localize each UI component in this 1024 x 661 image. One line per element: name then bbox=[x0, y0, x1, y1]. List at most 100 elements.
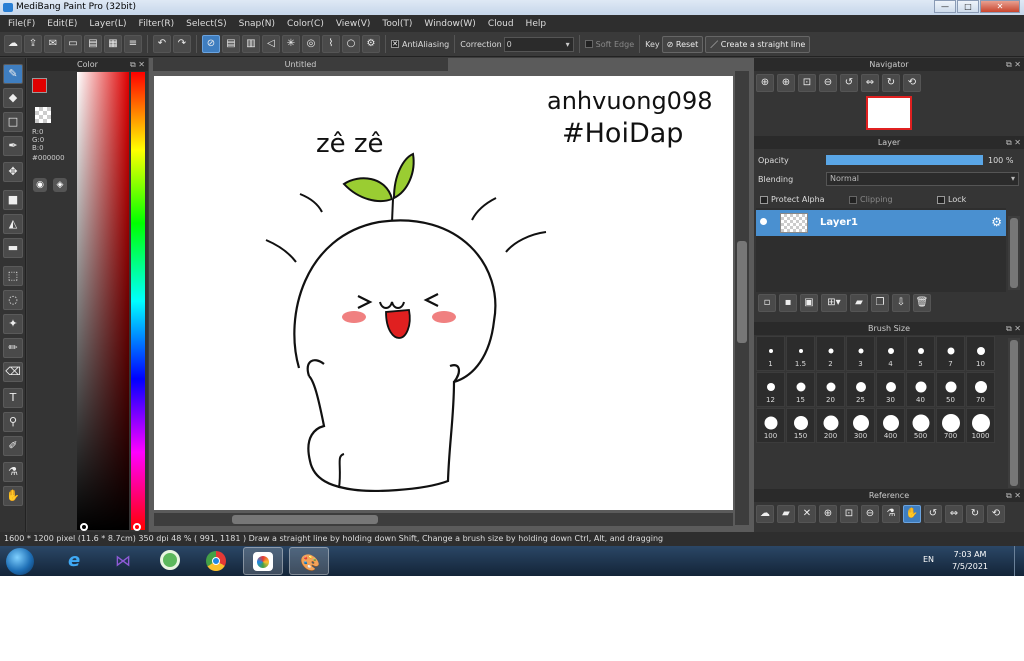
antialiasing-toggle[interactable]: ✕ AntiAliasing bbox=[391, 40, 449, 49]
new-halftone-layer-icon[interactable]: ▪ bbox=[779, 294, 797, 312]
panel-buttons[interactable]: ⧉ ✕ bbox=[130, 58, 145, 71]
hand-icon[interactable]: ✋ bbox=[903, 505, 921, 523]
layer-scroll-thumb[interactable] bbox=[1010, 218, 1018, 288]
flip-icon[interactable]: ⇔ bbox=[861, 74, 879, 92]
snap-settings-icon[interactable]: ⚙ bbox=[362, 35, 380, 53]
palette-icon[interactable]: ◉ bbox=[33, 178, 47, 192]
rotate-right-icon[interactable]: ↻ bbox=[882, 74, 900, 92]
brush-size-cell[interactable]: 100 bbox=[756, 408, 785, 443]
brush-size-cell[interactable]: 700 bbox=[936, 408, 965, 443]
brush-scroll-thumb[interactable] bbox=[1010, 340, 1018, 486]
brush-size-cell[interactable]: 25 bbox=[846, 372, 875, 407]
opacity-slider[interactable] bbox=[826, 155, 983, 165]
brush-size-cell[interactable]: 70 bbox=[966, 372, 995, 407]
menu-window[interactable]: Window(W) bbox=[418, 19, 481, 29]
reset-view-icon[interactable]: ⟲ bbox=[987, 505, 1005, 523]
panel-buttons[interactable]: ⧉ ✕ bbox=[1006, 489, 1021, 502]
close-reference-icon[interactable]: ✕ bbox=[798, 505, 816, 523]
document-icon[interactable]: ▤ bbox=[84, 35, 102, 53]
magic-wand-tool-icon[interactable]: ✦ bbox=[3, 314, 23, 334]
brush-size-cell[interactable]: 15 bbox=[786, 372, 815, 407]
select-eraser-tool-icon[interactable]: ⌫ bbox=[3, 362, 23, 382]
protect-alpha-toggle[interactable]: Protect Alpha bbox=[760, 195, 825, 204]
brush-size-cell[interactable]: 500 bbox=[906, 408, 935, 443]
menu-select[interactable]: Select(S) bbox=[180, 19, 233, 29]
no-snap-icon[interactable]: ⊘ bbox=[202, 35, 220, 53]
clipping-toggle[interactable]: Clipping bbox=[849, 195, 893, 204]
brush-scrollbar[interactable] bbox=[1008, 338, 1020, 488]
menu-cloud[interactable]: Cloud bbox=[482, 19, 520, 29]
document-tab[interactable]: Untitled bbox=[153, 58, 448, 71]
hand-tool-icon[interactable]: ✋ bbox=[3, 486, 23, 506]
text-tool-icon[interactable]: T bbox=[3, 388, 23, 408]
start-button[interactable] bbox=[6, 548, 34, 575]
lock-toggle[interactable]: Lock bbox=[937, 195, 966, 204]
brush-size-cell[interactable]: 5 bbox=[906, 336, 935, 371]
hue-cursor[interactable] bbox=[133, 523, 141, 531]
brush-size-cell[interactable]: 400 bbox=[876, 408, 905, 443]
eyedropper-icon[interactable]: ⚗ bbox=[882, 505, 900, 523]
vertical-scrollbar[interactable] bbox=[735, 71, 749, 525]
color-history-icon[interactable]: ◈ bbox=[53, 178, 67, 192]
redo-icon[interactable]: ↷ bbox=[173, 35, 191, 53]
select-pen-tool-icon[interactable]: ✏ bbox=[3, 338, 23, 358]
upload-icon[interactable]: ⇪ bbox=[24, 35, 42, 53]
soft-edge-toggle[interactable]: Soft Edge bbox=[584, 40, 634, 49]
brush-size-cell[interactable]: 40 bbox=[906, 372, 935, 407]
zoom-out-icon[interactable]: ⊖ bbox=[861, 505, 879, 523]
hue-strip[interactable] bbox=[131, 72, 145, 530]
straight-line-button[interactable]: ／ Create a straight line bbox=[705, 35, 811, 53]
reset-view-icon[interactable]: ⟲ bbox=[903, 74, 921, 92]
layer-scrollbar[interactable] bbox=[1008, 216, 1020, 290]
close-button[interactable]: ✕ bbox=[980, 0, 1020, 13]
panel-buttons[interactable]: ⧉ ✕ bbox=[1006, 322, 1021, 335]
coccoc-browser-icon[interactable] bbox=[150, 547, 190, 575]
brush-size-cell[interactable]: 1000 bbox=[966, 408, 995, 443]
panel-buttons[interactable]: ⧉ ✕ bbox=[1006, 136, 1021, 149]
blending-select[interactable]: Normal ▾ bbox=[826, 172, 1019, 186]
zoom-fit-icon[interactable]: ⊕ bbox=[756, 74, 774, 92]
new-layer-icon[interactable]: ▫ bbox=[758, 294, 776, 312]
folder-icon[interactable]: ▰ bbox=[850, 294, 868, 312]
drawing-canvas[interactable]: anhvuong098 #HoiDap zê zê bbox=[154, 76, 733, 510]
flip-icon[interactable]: ⇔ bbox=[945, 505, 963, 523]
select-tool-icon[interactable]: ⬚ bbox=[3, 266, 23, 286]
grid-snap-icon[interactable]: ▥ bbox=[242, 35, 260, 53]
eyedropper-tool-icon[interactable]: ⚗ bbox=[3, 462, 23, 482]
horizontal-scrollbar[interactable] bbox=[154, 513, 733, 526]
panel-icon[interactable]: ▦ bbox=[104, 35, 122, 53]
duplicate-layer-icon[interactable]: ❐ bbox=[871, 294, 889, 312]
brush-size-cell[interactable]: 50 bbox=[936, 372, 965, 407]
navigator-thumbnail[interactable] bbox=[866, 96, 912, 130]
menu-file[interactable]: File(F) bbox=[2, 19, 41, 29]
rotate-left-icon[interactable]: ↺ bbox=[924, 505, 942, 523]
eraser-tool-icon[interactable]: ◆ bbox=[3, 88, 23, 108]
brush-size-cell[interactable]: 1 bbox=[756, 336, 785, 371]
vanishing-snap-icon[interactable]: ◁ bbox=[262, 35, 280, 53]
lasso-tool-icon[interactable]: ◌ bbox=[3, 290, 23, 310]
bucket-tool-icon[interactable]: ◭ bbox=[3, 214, 23, 234]
brush-size-cell[interactable]: 10 bbox=[966, 336, 995, 371]
brush-size-cell[interactable]: 300 bbox=[846, 408, 875, 443]
language-indicator[interactable]: EN bbox=[923, 555, 934, 564]
radial-snap-icon[interactable]: ✳ bbox=[282, 35, 300, 53]
circle-snap-icon[interactable]: ○ bbox=[342, 35, 360, 53]
vertical-scroll-thumb[interactable] bbox=[737, 241, 747, 343]
saturation-value-field[interactable] bbox=[77, 72, 129, 530]
menu-edit[interactable]: Edit(E) bbox=[41, 19, 83, 29]
menu-help[interactable]: Help bbox=[520, 19, 553, 29]
reset-button[interactable]: ⊘ Reset bbox=[661, 35, 704, 53]
list-icon[interactable]: ≡ bbox=[124, 35, 142, 53]
layer-row[interactable]: Layer1 ⚙ bbox=[756, 210, 1006, 236]
comment-icon[interactable]: ✉ bbox=[44, 35, 62, 53]
menu-color[interactable]: Color(C) bbox=[281, 19, 330, 29]
new-8bit-layer-icon[interactable]: ▣ bbox=[800, 294, 818, 312]
chrome-icon[interactable] bbox=[196, 547, 236, 575]
brush-size-cell[interactable]: 12 bbox=[756, 372, 785, 407]
brush-size-cell[interactable]: 20 bbox=[816, 372, 845, 407]
gear-icon[interactable]: ⚙ bbox=[991, 215, 1002, 229]
add-layer-menu-icon[interactable]: ⊞▾ bbox=[821, 294, 847, 312]
fit-screen-icon[interactable]: ⊡ bbox=[840, 505, 858, 523]
foreground-color-swatch[interactable] bbox=[32, 78, 47, 93]
operation-tool-icon[interactable]: ⚲ bbox=[3, 412, 23, 432]
